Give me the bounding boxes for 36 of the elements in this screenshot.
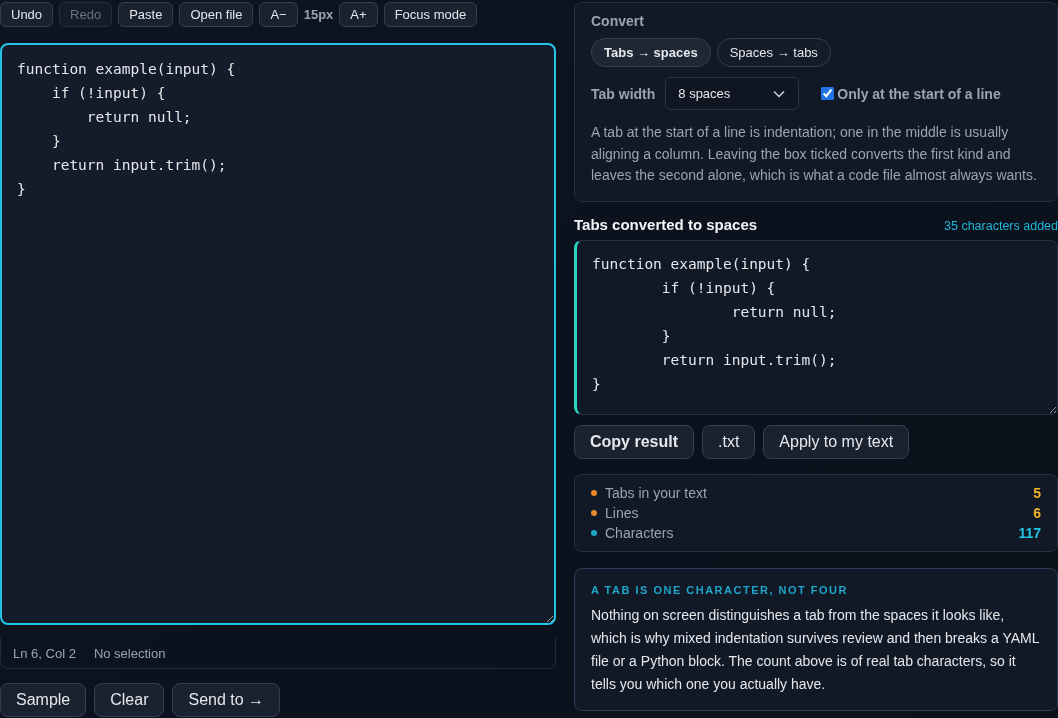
- checkbox[interactable]: [821, 87, 835, 100]
- font-size-value: 15px: [303, 7, 334, 22]
- result-note: 35 characters added: [944, 218, 1058, 233]
- result-title: Tabs converted to spaces: [574, 215, 758, 233]
- increase-font-button[interactable]: A+: [339, 2, 378, 27]
- result-button[interactable]: Apply to my text: [763, 424, 910, 459]
- selection-status: No selection: [93, 645, 166, 661]
- action-button[interactable]: Sample: [0, 683, 87, 717]
- stat-label: Lines: [605, 504, 640, 521]
- tip-title: A TAB IS ONE CHARACTER, NOT FOUR: [591, 583, 849, 596]
- tip-text: Nothing on screen distinguishes a tab from the spaces it looks like, which is why mixed indentation survives review and then breaks a YAML file or a Python block. The count above is of real tab characters, so it tells you which one you actually have.: [591, 605, 1040, 694]
- cursor-position: Ln 6, Col 2: [13, 645, 76, 661]
- mode-toggle[interactable]: Tabs → spaces: [591, 38, 711, 67]
- action-button[interactable]: Clear: [94, 683, 165, 717]
- stat-label: Tabs in your text: [605, 484, 708, 501]
- result-button[interactable]: .txt: [702, 424, 756, 459]
- focus-mode-button[interactable]: Focus mode: [383, 2, 478, 27]
- result-output[interactable]: function example(input) { if (!input) { return null; } return input.trim(); }: [574, 239, 1058, 415]
- toolbar-button[interactable]: Undo: [0, 2, 54, 27]
- mode-toggle[interactable]: Spaces → tabs: [716, 38, 831, 67]
- toolbar-button[interactable]: Open file: [179, 2, 254, 27]
- action-button[interactable]: Send to →: [172, 683, 281, 717]
- tab-width-label: Tab width: [591, 85, 656, 102]
- checkbox-label: Only at the start of a line: [837, 85, 1001, 102]
- code-editor[interactable]: function example(input) { if (!input) { return null; } return input.trim(); }: [0, 43, 556, 625]
- stat-value: 117: [1018, 524, 1041, 541]
- tab-width-select[interactable]: 8 spaces: [665, 77, 800, 110]
- result-button[interactable]: Copy result: [574, 424, 694, 459]
- stat-label: Characters: [605, 524, 675, 541]
- decrease-font-button[interactable]: A−: [259, 2, 298, 27]
- help-text: A tab at the start of a line is indentation; one in the middle is usually aligning a column. Leaving the box ticked converts the first kind and leaves the second alone, which is what a code file almost always wants.: [591, 123, 1038, 185]
- chevron-down-icon: [773, 89, 786, 98]
- toolbar-button[interactable]: Paste: [118, 2, 174, 27]
- stat-value: 5: [1033, 484, 1041, 501]
- stat-value: 6: [1033, 504, 1041, 521]
- panel-title: Convert: [591, 13, 645, 29]
